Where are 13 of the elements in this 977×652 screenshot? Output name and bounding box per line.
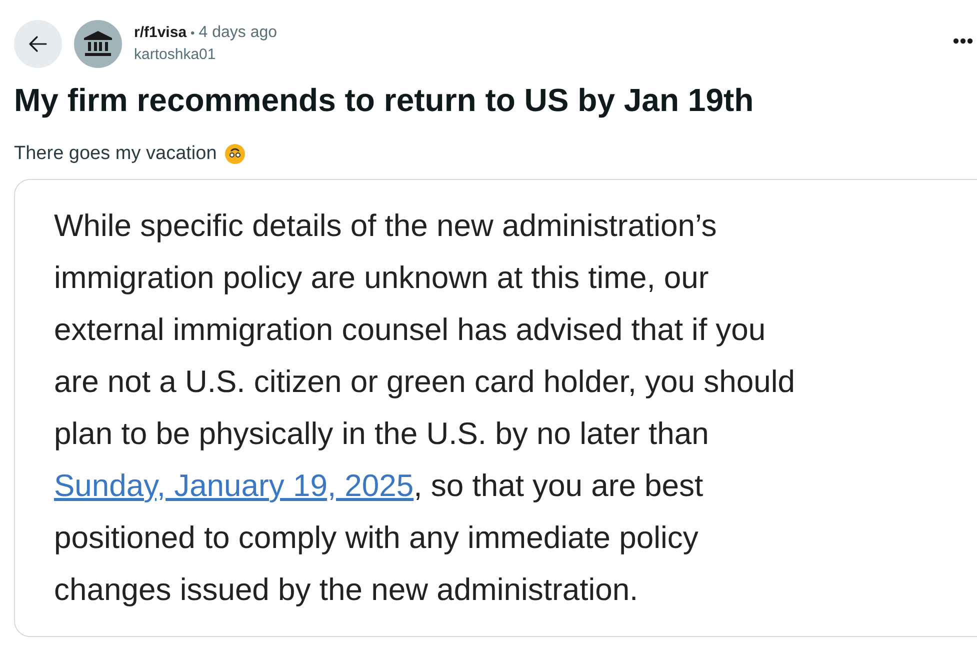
community-avatar[interactable] xyxy=(74,20,122,68)
bank-icon xyxy=(83,30,113,58)
post-time: 4 days ago xyxy=(198,23,278,43)
post-title: My firm recommends to return to US by Jan 19th xyxy=(14,81,755,120)
post-body: There goes my vacation xyxy=(14,142,217,166)
upside-down-face-icon xyxy=(224,144,245,164)
more-icon xyxy=(953,38,973,44)
back-button[interactable] xyxy=(14,20,62,68)
author-link[interactable]: kartoshka01 xyxy=(134,44,278,66)
date-link[interactable]: Sunday, January 19, 2025 xyxy=(54,468,414,502)
email-excerpt: While specific details of the new administration’s immigration policy are unknown at this time, our external immigration counsel has advised that if you are not a U.S. citizen or green card holder, you should plan to be physically in the U.S. by no later than Sunday, January 19, 2025, so that you are best positioned to comply with any immediate policy changes issued by the new administration. xyxy=(54,206,796,608)
subreddit-link[interactable]: r/f1visa xyxy=(134,22,187,44)
separator-dot: • xyxy=(190,25,195,42)
